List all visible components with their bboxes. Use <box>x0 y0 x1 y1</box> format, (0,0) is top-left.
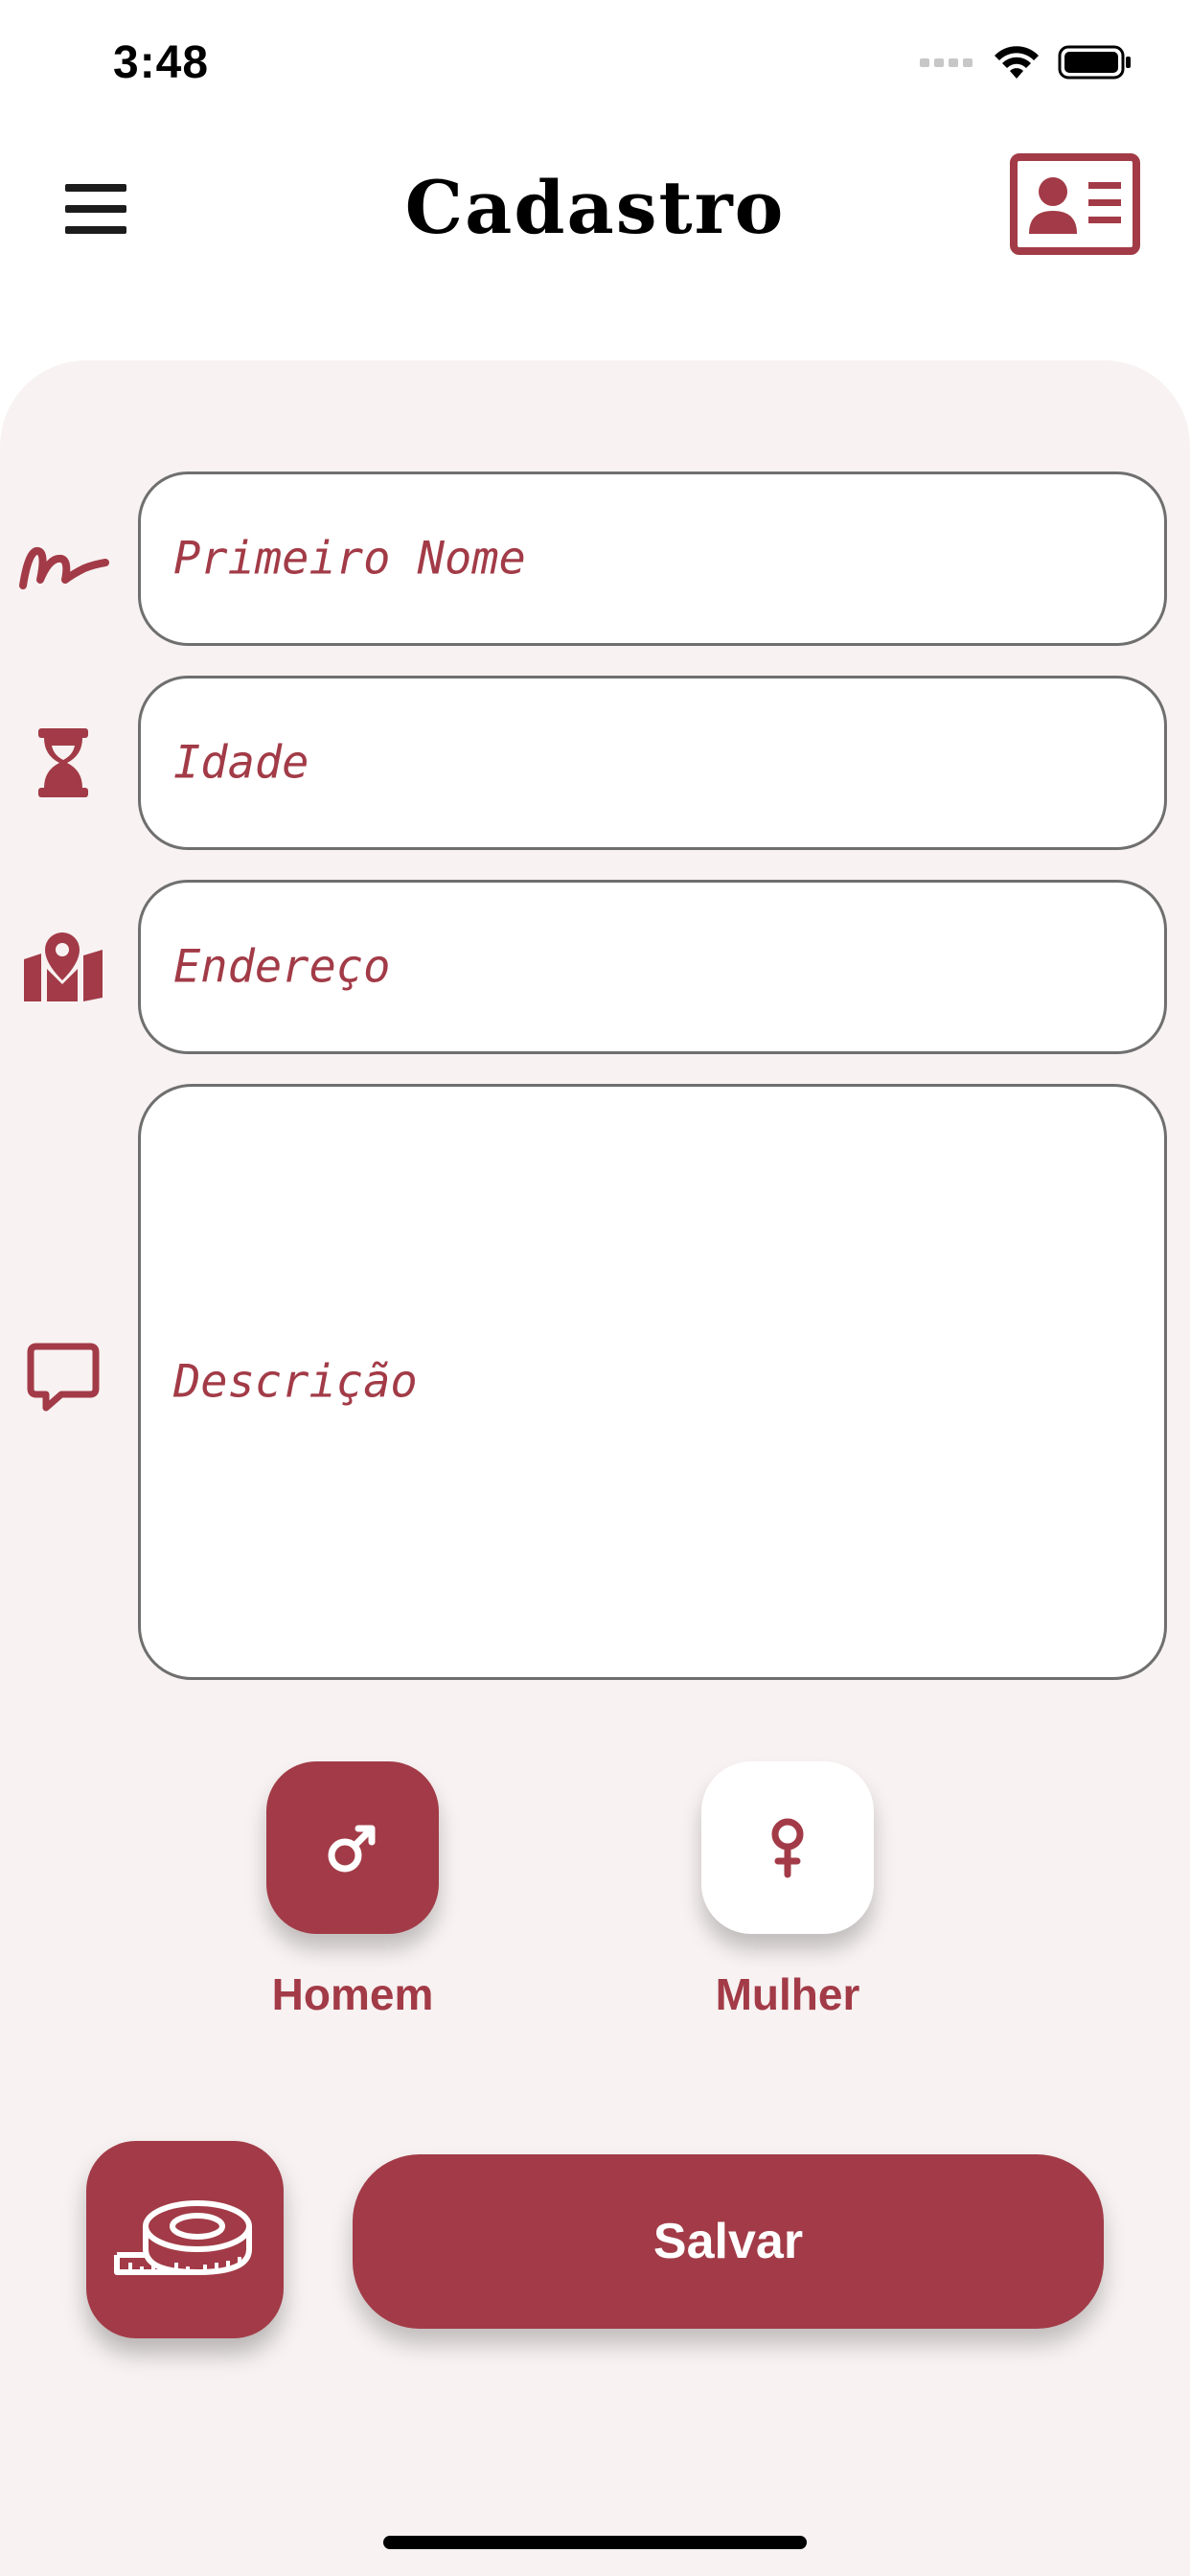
battery-icon <box>1058 45 1131 80</box>
app-header: Cadastro <box>0 134 1190 278</box>
signature-icon <box>17 518 109 610</box>
map-marker-icon <box>17 921 109 1013</box>
tape-measure-button[interactable] <box>86 2141 284 2338</box>
gender-option-mulher[interactable]: Mulher <box>701 1761 874 2020</box>
male-label: Homem <box>271 1969 434 2019</box>
mars-icon <box>328 1825 376 1873</box>
status-time: 3:48 <box>113 37 210 88</box>
description-field[interactable]: Descrição <box>138 1084 1167 1680</box>
address-field[interactable]: Endereço <box>138 880 1167 1054</box>
address-placeholder: Endereço <box>173 940 391 994</box>
first-name-field[interactable]: Primeiro Nome <box>138 472 1167 646</box>
wifi-icon <box>995 46 1039 79</box>
venus-icon <box>771 1818 804 1878</box>
home-indicator[interactable] <box>383 2536 807 2549</box>
female-label: Mulher <box>715 1969 860 2019</box>
gender-option-homem[interactable]: Homem <box>266 1761 439 2020</box>
id-card-icon[interactable] <box>1010 153 1140 255</box>
hourglass-icon <box>17 717 109 809</box>
female-button[interactable] <box>701 1761 874 1934</box>
description-placeholder: Descrição <box>173 1355 418 1409</box>
comment-icon <box>17 1331 109 1423</box>
status-icons <box>920 44 1133 80</box>
age-placeholder: Idade <box>173 736 309 790</box>
status-bar: 3:48 <box>0 0 1190 134</box>
signal-icon <box>920 58 973 67</box>
save-button[interactable]: Salvar <box>353 2154 1104 2329</box>
male-button[interactable] <box>266 1761 439 1934</box>
tape-measure-icon <box>114 2200 252 2276</box>
age-field[interactable]: Idade <box>138 676 1167 850</box>
first-name-placeholder: Primeiro Nome <box>173 532 526 586</box>
